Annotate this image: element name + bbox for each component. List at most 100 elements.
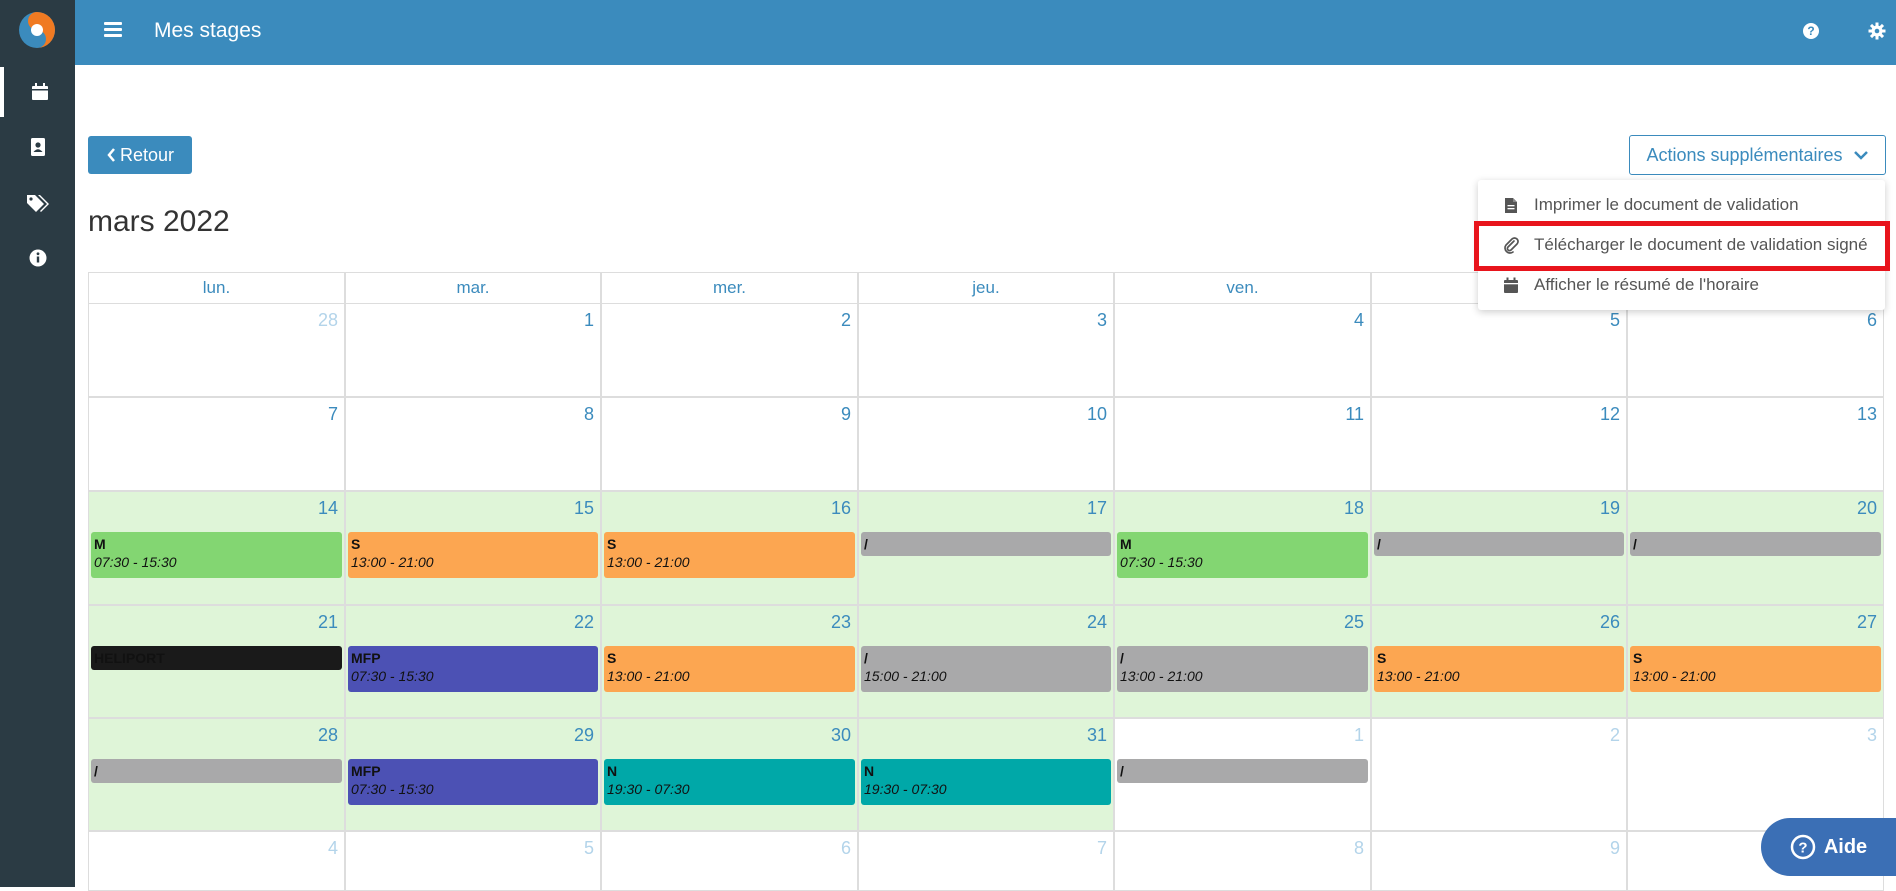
show-schedule-summary-item[interactable]: Afficher le résumé de l'horaire — [1478, 268, 1885, 302]
calendar-day-cell[interactable]: 29 MFP 07:30 - 15:30 — [345, 718, 601, 831]
shift-time: 15:00 - 21:00 — [864, 668, 947, 684]
chevron-down-icon — [1853, 151, 1868, 160]
shift-event[interactable]: N 19:30 - 07:30 — [861, 759, 1111, 805]
shift-event[interactable]: S 13:00 - 21:00 — [604, 532, 855, 578]
shift-event[interactable]: / — [1374, 532, 1624, 556]
shift-event[interactable]: S 13:00 - 21:00 — [348, 532, 598, 578]
calendar-day-cell[interactable]: 24 / 15:00 - 21:00 — [858, 605, 1114, 718]
calendar-day-cell[interactable]: 6 — [1627, 303, 1884, 397]
shift-time: 07:30 - 15:30 — [1120, 554, 1203, 570]
calendar-day-cell[interactable]: 3 — [1627, 718, 1884, 831]
calendar-day-cell[interactable]: 9 — [601, 397, 858, 491]
shift-event[interactable]: S 13:00 - 21:00 — [1630, 646, 1881, 692]
calendar-day-cell[interactable]: 8 — [345, 397, 601, 491]
shift-event[interactable]: MFP 07:30 - 15:30 — [348, 646, 598, 692]
calendar-day-cell[interactable]: 6 — [601, 831, 858, 891]
calendar-day-cell[interactable]: 28 / — [88, 718, 345, 831]
shift-event[interactable]: / 15:00 - 21:00 — [861, 646, 1111, 692]
day-number: 7 — [327, 404, 338, 424]
app-logo[interactable] — [0, 0, 75, 65]
calendar-day-cell[interactable]: 25 / 13:00 - 21:00 — [1114, 605, 1371, 718]
shift-code: S — [351, 536, 361, 552]
day-number: 3 — [1866, 725, 1877, 745]
calendar-day-cell[interactable]: 13 — [1627, 397, 1884, 491]
calendar-day-cell[interactable]: 16 S 13:00 - 21:00 — [601, 491, 858, 605]
calendar-day-cell[interactable]: 27 S 13:00 - 21:00 — [1627, 605, 1884, 718]
shift-event[interactable]: M 07:30 - 15:30 — [91, 532, 342, 578]
calendar-day-cell[interactable]: 21 HELIPORT — [88, 605, 345, 718]
calendar-day-cell[interactable]: 5 — [1371, 303, 1627, 397]
shift-code: / — [1633, 536, 1637, 552]
shift-event[interactable]: / — [861, 532, 1111, 556]
sidebar-item-calendar[interactable] — [0, 67, 75, 117]
day-number: 23 — [830, 612, 851, 632]
help-chat-button[interactable]: ? Aide — [1761, 818, 1896, 876]
top-bar: Mes stages ? — [75, 0, 1896, 65]
shift-event[interactable]: MFP 07:30 - 15:30 — [348, 759, 598, 805]
back-button[interactable]: Retour — [88, 136, 192, 174]
calendar-day-cell[interactable]: 17 / — [858, 491, 1114, 605]
calendar-icon — [31, 83, 48, 100]
calendar-day-cell[interactable]: 1 — [345, 303, 601, 397]
calendar-day-cell[interactable]: 12 — [1371, 397, 1627, 491]
help-icon[interactable]: ? — [1802, 22, 1820, 40]
weekday-header: mer. — [601, 272, 858, 304]
day-number: 19 — [1599, 498, 1620, 518]
calendar-day-cell[interactable]: 18 M 07:30 - 15:30 — [1114, 491, 1371, 605]
day-number: 1 — [1353, 725, 1364, 745]
day-number: 11 — [1345, 404, 1364, 424]
tags-icon — [26, 195, 49, 212]
shift-event[interactable]: HELIPORT — [91, 646, 342, 670]
calendar-day-cell[interactable]: 4 — [1114, 303, 1371, 397]
calendar-day-cell[interactable]: 19 / — [1371, 491, 1627, 605]
sidebar-item-contact[interactable] — [0, 122, 75, 172]
calendar-day-cell[interactable]: 22 MFP 07:30 - 15:30 — [345, 605, 601, 718]
calendar-day-cell[interactable]: 26 S 13:00 - 21:00 — [1371, 605, 1627, 718]
calendar-day-cell[interactable]: 30 N 19:30 - 07:30 — [601, 718, 858, 831]
shift-time: 07:30 - 15:30 — [351, 668, 434, 684]
calendar-day-cell[interactable]: 20 / — [1627, 491, 1884, 605]
calendar-day-cell[interactable]: 11 — [1114, 397, 1371, 491]
day-number: 2 — [1609, 725, 1620, 745]
calendar-day-cell[interactable]: 23 S 13:00 - 21:00 — [601, 605, 858, 718]
gear-icon[interactable] — [1868, 22, 1886, 40]
shift-event[interactable]: / — [1117, 759, 1368, 783]
calendar-day-cell[interactable]: 15 S 13:00 - 21:00 — [345, 491, 601, 605]
shift-event[interactable]: / — [91, 759, 342, 783]
menu-icon[interactable] — [104, 22, 122, 40]
sidebar-item-info[interactable] — [0, 233, 75, 283]
month-title: mars 2022 — [88, 205, 230, 238]
calendar-day-cell[interactable]: 7 — [88, 397, 345, 491]
calendar-day-cell[interactable]: 14 M 07:30 - 15:30 — [88, 491, 345, 605]
calendar-day-cell[interactable]: 28 — [88, 303, 345, 397]
day-number: 15 — [573, 498, 594, 518]
shift-event[interactable]: / — [1630, 532, 1881, 556]
svg-text:?: ? — [1798, 840, 1807, 857]
calendar-day-cell[interactable]: 31 N 19:30 - 07:30 — [858, 718, 1114, 831]
more-actions-button[interactable]: Actions supplémentaires — [1629, 135, 1886, 175]
shift-event[interactable]: S 13:00 - 21:00 — [1374, 646, 1624, 692]
calendar-day-cell[interactable]: 3 — [858, 303, 1114, 397]
question-bubble-icon: ? — [1790, 834, 1816, 860]
calendar-day-cell[interactable]: 2 — [1371, 718, 1627, 831]
calendar-day-cell[interactable]: 1/ — [1114, 718, 1371, 831]
download-signed-validation-item[interactable]: Télécharger le document de validation si… — [1478, 228, 1885, 262]
download-signed-validation-label: Télécharger le document de validation si… — [1534, 235, 1868, 254]
calendar-day-cell[interactable]: 4 — [88, 831, 345, 891]
calendar-day-cell[interactable]: 7 — [858, 831, 1114, 891]
shift-event[interactable]: N 19:30 - 07:30 — [604, 759, 855, 805]
shift-event[interactable]: S 13:00 - 21:00 — [604, 646, 855, 692]
print-validation-item[interactable]: Imprimer le document de validation — [1478, 188, 1885, 222]
calendar-day-cell[interactable]: 8 — [1114, 831, 1371, 891]
shift-code: / — [1120, 650, 1124, 666]
calendar-day-cell[interactable]: 5 — [345, 831, 601, 891]
shift-event[interactable]: M 07:30 - 15:30 — [1117, 532, 1368, 578]
shift-time: 13:00 - 21:00 — [1120, 668, 1203, 684]
sidebar-item-tags[interactable] — [0, 178, 75, 228]
calendar-day-cell[interactable]: 9 — [1371, 831, 1627, 891]
calendar-day-cell[interactable]: 2 — [601, 303, 858, 397]
shift-event[interactable]: / 13:00 - 21:00 — [1117, 646, 1368, 692]
shift-code: / — [864, 536, 868, 552]
calendar-day-cell[interactable]: 10 — [858, 397, 1114, 491]
weekday-header: lun. — [88, 272, 345, 304]
